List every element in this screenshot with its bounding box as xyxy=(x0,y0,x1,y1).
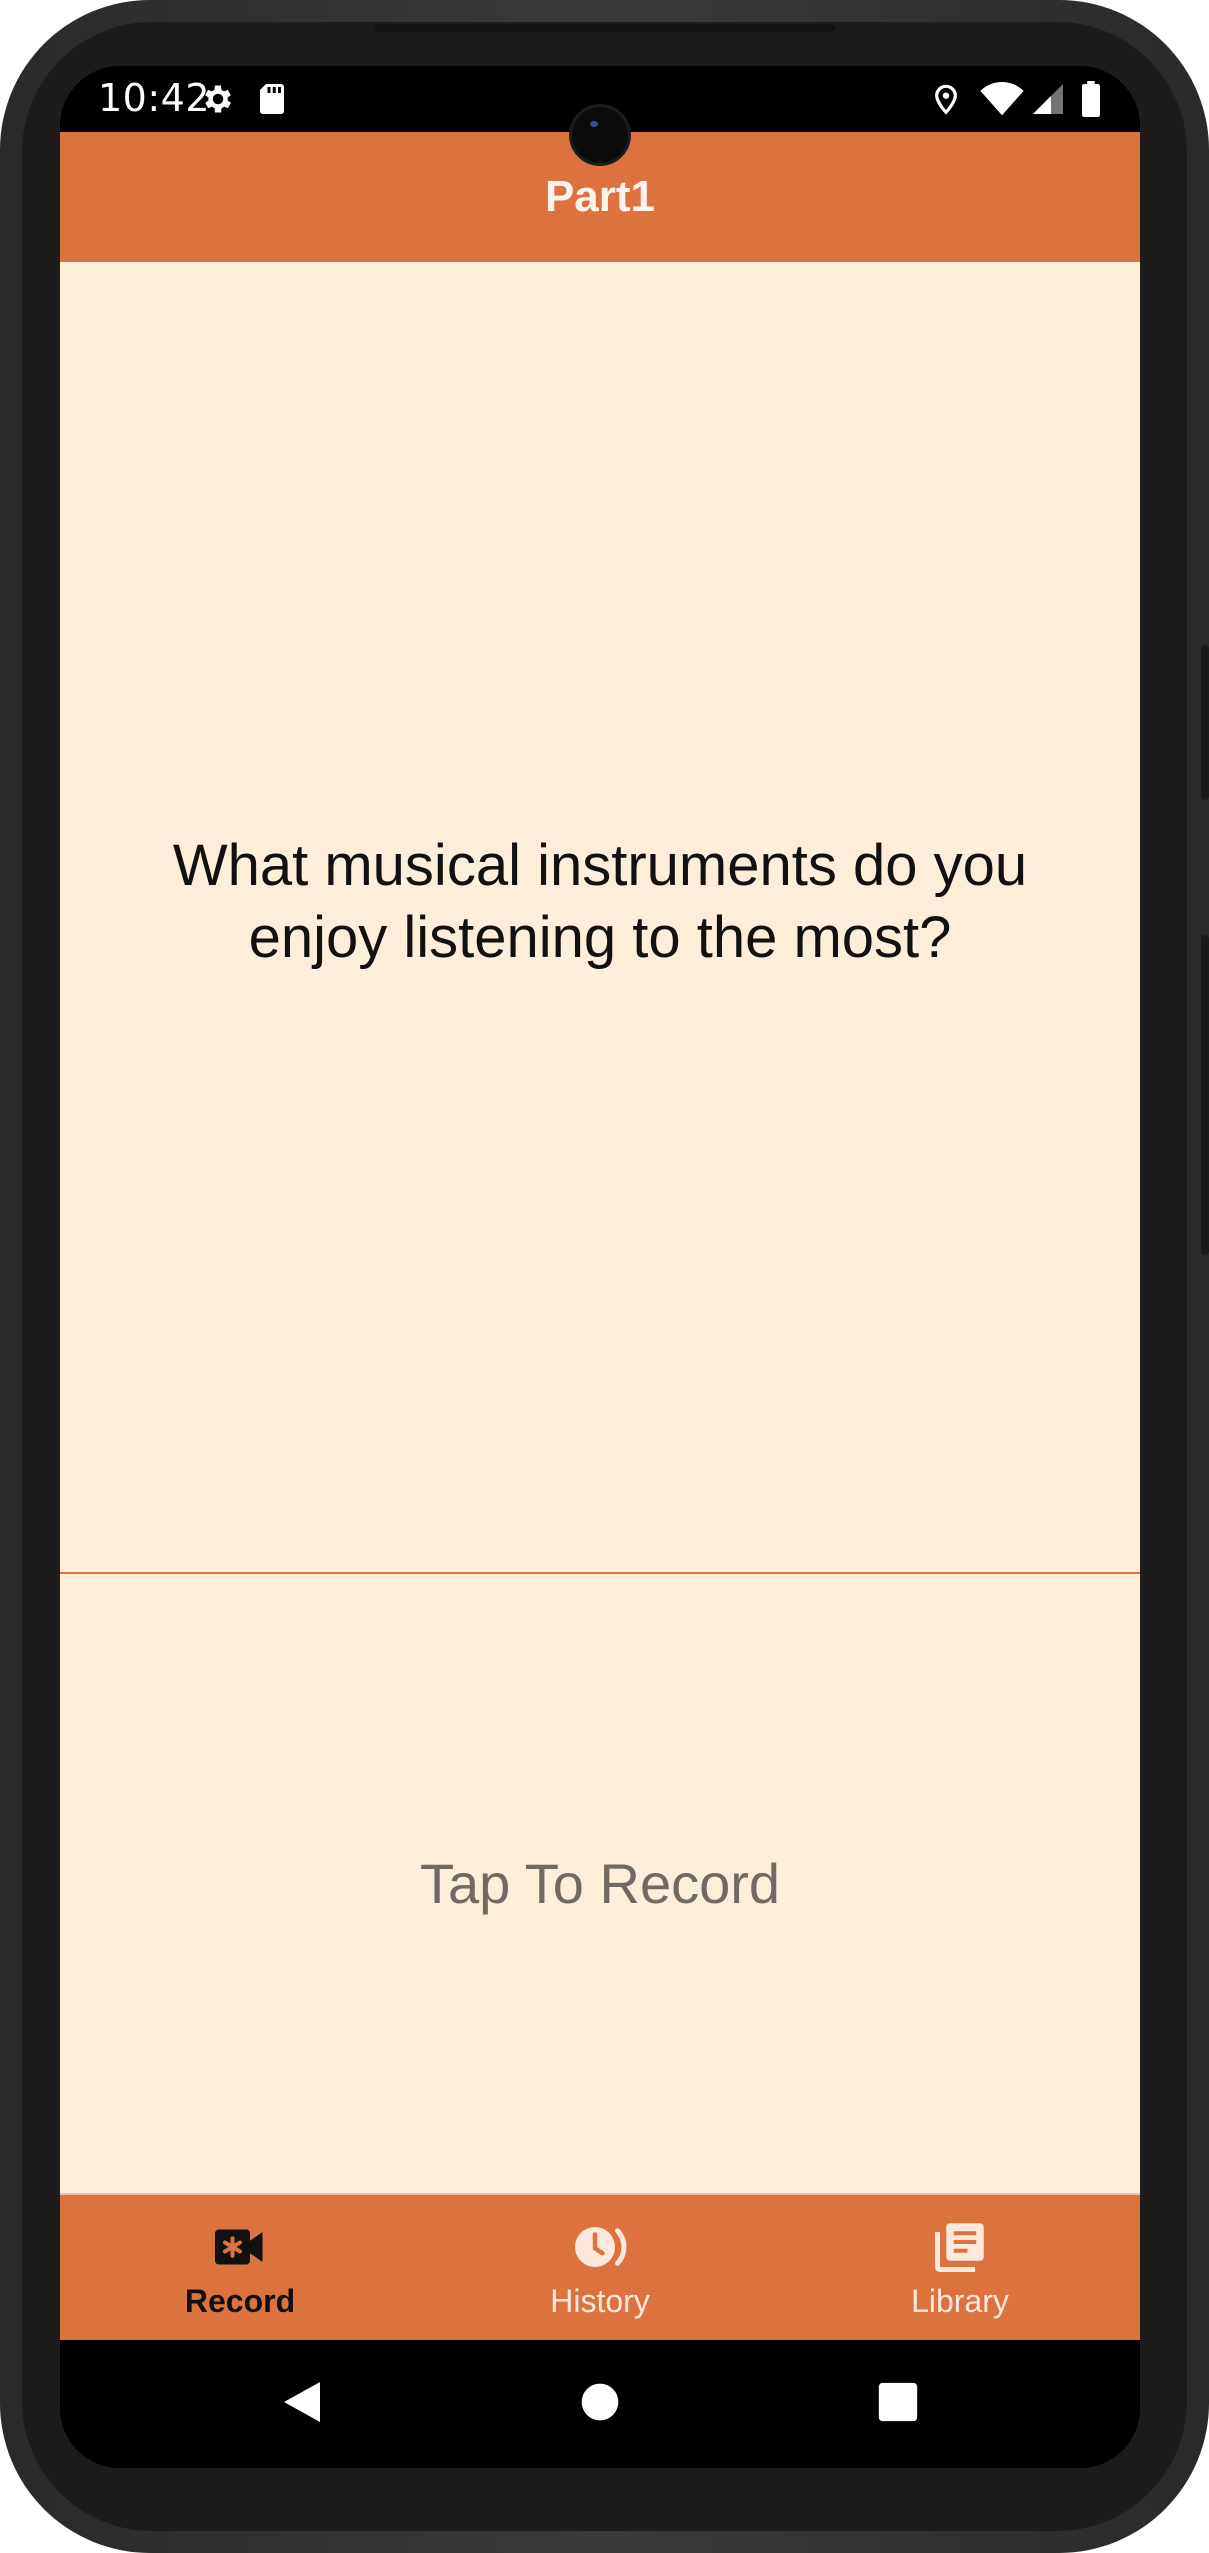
nav-item-library[interactable]: Library xyxy=(780,2195,1140,2340)
back-icon[interactable] xyxy=(280,2378,324,2426)
cell-signal-icon xyxy=(1033,84,1063,114)
system-navigation-bar xyxy=(60,2340,1140,2468)
settings-icon xyxy=(205,85,231,113)
nav-item-record[interactable]: Record xyxy=(60,2195,420,2340)
battery-icon xyxy=(1082,81,1100,117)
video-record-icon xyxy=(215,2229,263,2265)
bottom-navigation: Record History Library xyxy=(60,2193,1140,2340)
library-icon xyxy=(935,2223,984,2272)
recents-icon[interactable] xyxy=(875,2378,921,2426)
sd-card-icon xyxy=(260,84,284,114)
volume-button xyxy=(1201,935,1209,1255)
nav-item-history[interactable]: History xyxy=(420,2195,780,2340)
home-icon[interactable] xyxy=(578,2378,622,2426)
page-title: Part1 xyxy=(544,172,656,221)
nav-label-library: Library xyxy=(911,2283,1009,2319)
main-content: What musical instruments do you enjoy li… xyxy=(60,262,1140,2193)
question-panel: What musical instruments do you enjoy li… xyxy=(60,262,1140,1574)
question-text: What musical instruments do you enjoy li… xyxy=(172,833,1028,970)
device-frame: 10:42 Part1 What musical instruments do … xyxy=(0,0,1209,2553)
front-camera xyxy=(569,104,631,166)
location-icon xyxy=(935,84,957,115)
history-icon xyxy=(575,2227,627,2267)
nav-label-record: Record xyxy=(184,2283,296,2319)
record-area-button[interactable]: Tap To Record xyxy=(60,1576,1140,2193)
status-time: 10:42 xyxy=(98,76,211,120)
tap-to-record-label: Tap To Record xyxy=(419,1852,781,1915)
power-button xyxy=(1201,645,1209,800)
speaker-slot xyxy=(375,24,835,32)
nav-label-history: History xyxy=(550,2283,650,2319)
wifi-icon xyxy=(980,81,1024,116)
screen: 10:42 Part1 What musical instruments do … xyxy=(60,66,1140,2468)
